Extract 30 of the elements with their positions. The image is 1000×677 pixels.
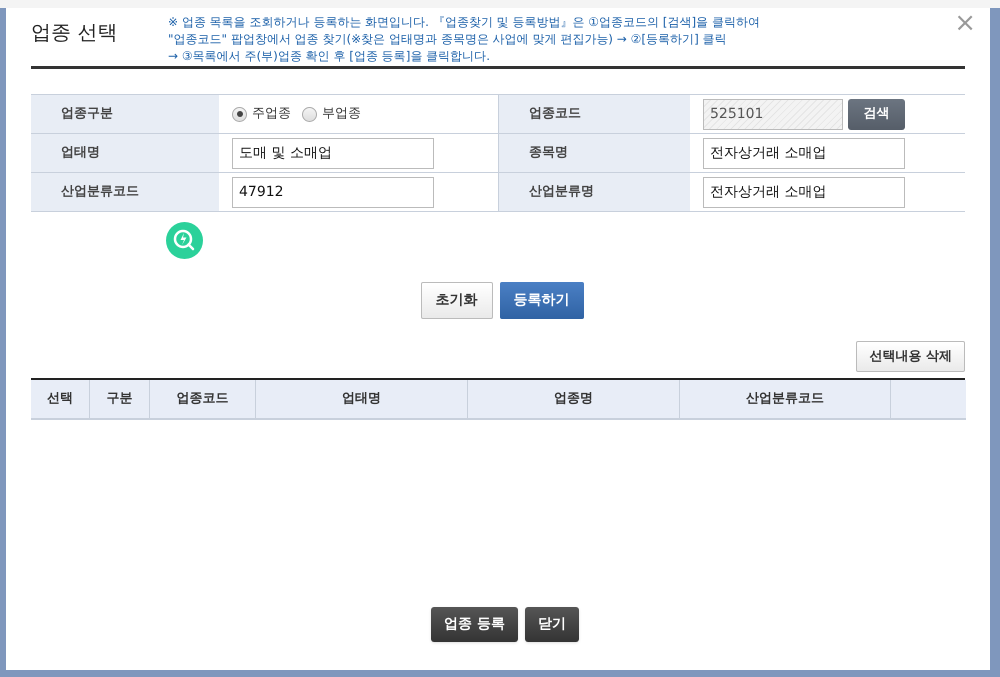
delete-selected-button[interactable]: 선택내용 삭제 (856, 341, 965, 372)
field-label: 업태명 (61, 144, 100, 162)
code-field[interactable]: 525101 (703, 98, 843, 130)
column-header: 구분 (90, 380, 150, 418)
column-header: 산업분류코드 (680, 380, 891, 418)
radio-option[interactable]: 부업종 (302, 104, 361, 124)
dialog-title: 업종 선택 (31, 19, 118, 46)
notice-text: → ③목록에서 주(부)업종 확인 후 [업종 등록]을 클릭합니다. (168, 48, 492, 65)
input-field[interactable]: 전자상거래 소매업 (703, 176, 905, 208)
register-industry-button[interactable]: 업종 등록 (431, 607, 518, 642)
notice-text: "업종코드" 팝업창에서 업종 찾기(※찾은 업태명과 종목명은 사업에 맞게 편집가능) → ②[등록하기] 클릭 (168, 31, 728, 48)
radio-option[interactable]: 주업종 (232, 104, 291, 124)
column-header: 업종코드 (150, 380, 256, 418)
input-field[interactable]: 전자상거래 소매업 (703, 138, 905, 168)
column-header: 선택 (31, 380, 90, 418)
notice-text: ※ 업종 목록을 조회하거나 등록하는 화면입니다. 『업종찾기 및 등록방법』은 ①업종코드의 [검색]을 클릭하여 (168, 14, 760, 31)
field-label: 업종구분 (61, 105, 113, 124)
search-button[interactable]: 검색 (848, 98, 905, 130)
field-label: 종목명 (529, 144, 568, 162)
close-dialog-button[interactable]: 닫기 (524, 607, 579, 642)
field-label: 산업분류명 (529, 183, 594, 202)
input-field[interactable]: 도매 및 소매업 (232, 138, 434, 168)
column-header: 업태명 (256, 380, 468, 418)
column-header: 업종명 (468, 380, 680, 418)
field-label: 산업분류코드 (61, 183, 139, 202)
input-field[interactable]: 47912 (232, 176, 434, 208)
register-button[interactable]: 등록하기 (500, 282, 584, 319)
magnifier-icon[interactable] (166, 222, 203, 259)
reset-button[interactable]: 초기화 (420, 282, 492, 319)
field-label: 업종코드 (529, 105, 581, 124)
